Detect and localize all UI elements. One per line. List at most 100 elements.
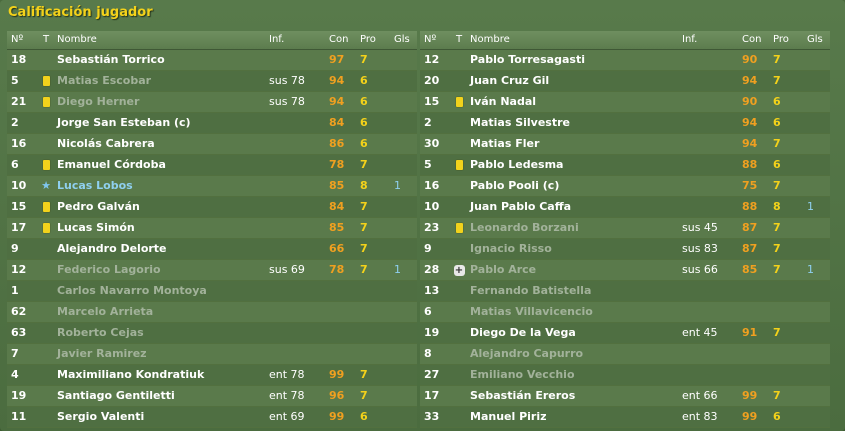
table-row[interactable]: 23 Leonardo Borzani sus 45 87 7 [420,218,830,239]
header-inf[interactable]: Inf. [682,31,697,49]
header-pro[interactable]: Pro [773,31,789,49]
table-row[interactable]: 33 Manuel Piriz ent 83 99 6 [420,407,830,428]
table-row[interactable]: 17 Lucas Simón 85 7 [7,218,417,239]
header-pro[interactable]: Pro [360,31,376,49]
header-name[interactable]: Nombre [470,31,510,49]
player-name[interactable]: Carlos Navarro Montoya [57,281,207,301]
player-name[interactable]: Jorge San Esteban (c) [57,113,191,133]
table-row[interactable]: 7 Javier Ramirez [7,344,417,365]
player-name[interactable]: Nicolás Cabrera [57,134,155,154]
status-icon-cell [40,92,52,114]
player-name[interactable]: Diego Herner [57,92,139,112]
player-name[interactable]: Juan Cruz Gil [470,71,549,91]
table-row[interactable]: 8 Alejandro Capurro [420,344,830,365]
condition-value: 90 [742,53,758,66]
header-gls[interactable]: Gls [807,31,823,49]
table-row[interactable]: 28 + Pablo Arce sus 66 85 7 1 [420,260,830,281]
player-name[interactable]: Pablo Arce [470,260,536,280]
table-row[interactable]: 27 Emiliano Vecchio [420,365,830,386]
player-name[interactable]: Alejandro Capurro [470,344,583,364]
player-name[interactable]: Emiliano Vecchio [470,365,575,385]
substitution-info: sus 83 [682,242,718,255]
table-row[interactable]: 62 Marcelo Arrieta [7,302,417,323]
player-name[interactable]: Javier Ramirez [57,344,147,364]
player-name[interactable]: Roberto Cejas [57,323,144,343]
table-row[interactable]: 9 Ignacio Risso sus 83 87 7 [420,239,830,260]
shirt-number: 5 [11,74,19,87]
player-name[interactable]: Matias Fler [470,134,539,154]
header-num[interactable]: Nº [424,31,436,49]
table-row[interactable]: 15 Pedro Galván 84 7 [7,197,417,218]
table-row[interactable]: 13 Fernando Batistella [420,281,830,302]
table-row[interactable]: 16 Nicolás Cabrera 86 6 [7,134,417,155]
table-row[interactable]: 17 Sebastián Ereros ent 66 99 7 [420,386,830,407]
player-name[interactable]: Pablo Pooli (c) [470,176,559,196]
table-row[interactable]: 19 Diego De la Vega ent 45 91 7 [420,323,830,344]
header-con[interactable]: Con [742,31,761,49]
player-name[interactable]: Pedro Galván [57,197,140,217]
table-row[interactable]: 4 Maximiliano Kondratiuk ent 78 99 7 [7,365,417,386]
header-gls[interactable]: Gls [394,31,410,49]
shirt-number: 10 [424,200,440,213]
player-name[interactable]: Matias Silvestre [470,113,570,133]
table-row[interactable]: 2 Matias Silvestre 94 6 [420,113,830,134]
header-inf[interactable]: Inf. [269,31,284,49]
player-name[interactable]: Pablo Torresagasti [470,50,585,70]
player-name[interactable]: Santiago Gentiletti [57,386,175,406]
table-row[interactable]: 11 Sergio Valenti ent 69 99 6 [7,407,417,428]
shirt-number: 4 [11,368,19,381]
table-row[interactable]: 5 Pablo Ledesma 88 6 [420,155,830,176]
table-row[interactable]: 19 Santiago Gentiletti ent 78 96 7 [7,386,417,407]
player-name[interactable]: Federico Lagorio [57,260,161,280]
table-row[interactable]: 6 Emanuel Córdoba 78 7 [7,155,417,176]
table-row[interactable]: 20 Juan Cruz Gil 94 7 [420,71,830,92]
player-name[interactable]: Pablo Ledesma [470,155,563,175]
player-name[interactable]: Alejandro Delorte [57,239,167,259]
header-t[interactable]: T [40,31,52,49]
player-name[interactable]: Lucas Lobos [57,176,133,196]
player-name[interactable]: Sebastián Ereros [470,386,575,406]
player-name[interactable]: Manuel Piriz [470,407,547,427]
player-name[interactable]: Maximiliano Kondratiuk [57,365,204,385]
player-name[interactable]: Lucas Simón [57,218,135,238]
player-name[interactable]: Sebastián Torrico [57,50,165,70]
table-row[interactable]: 30 Matias Fler 94 7 [420,134,830,155]
status-icon-cell [40,197,52,219]
table-row[interactable]: 18 Sebastián Torrico 97 7 [7,50,417,71]
shirt-number: 12 [424,53,440,66]
player-name[interactable]: Matias Villavicencio [470,302,593,322]
player-name[interactable]: Iván Nadal [470,92,536,112]
table-row[interactable]: 2 Jorge San Esteban (c) 84 6 [7,113,417,134]
player-name[interactable]: Leonardo Borzani [470,218,579,238]
player-name[interactable]: Matias Escobar [57,71,151,91]
header-num[interactable]: Nº [11,31,23,49]
table-row[interactable]: 10 ★ Lucas Lobos 85 8 1 [7,176,417,197]
table-row[interactable]: 5 Matias Escobar sus 78 94 6 [7,71,417,92]
substitution-info: sus 45 [682,221,718,234]
table-row[interactable]: 12 Federico Lagorio sus 69 78 7 1 [7,260,417,281]
player-name[interactable]: Emanuel Córdoba [57,155,166,175]
condition-value: 84 [329,116,345,129]
shirt-number: 23 [424,221,440,234]
table-row[interactable]: 15 Iván Nadal 90 6 [420,92,830,113]
table-row[interactable]: 63 Roberto Cejas [7,323,417,344]
player-name[interactable]: Fernando Batistella [470,281,591,301]
player-name[interactable]: Sergio Valenti [57,407,144,427]
player-name[interactable]: Ignacio Risso [470,239,552,259]
table-row[interactable]: 16 Pablo Pooli (c) 75 7 [420,176,830,197]
player-name[interactable]: Marcelo Arrieta [57,302,153,322]
table-row[interactable]: 10 Juan Pablo Caffa 88 8 1 [420,197,830,218]
rating-value: 7 [773,53,781,66]
table-row[interactable]: 9 Alejandro Delorte 66 7 [7,239,417,260]
player-name[interactable]: Juan Pablo Caffa [470,197,571,217]
header-name[interactable]: Nombre [57,31,97,49]
status-icon-cell [453,218,465,240]
header-con[interactable]: Con [329,31,348,49]
table-row[interactable]: 1 Carlos Navarro Montoya [7,281,417,302]
table-row[interactable]: 12 Pablo Torresagasti 90 7 [420,50,830,71]
header-t[interactable]: T [453,31,465,49]
table-row[interactable]: 21 Diego Herner sus 78 94 6 [7,92,417,113]
table-row[interactable]: 6 Matias Villavicencio [420,302,830,323]
shirt-number: 17 [424,389,440,402]
player-name[interactable]: Diego De la Vega [470,323,576,343]
